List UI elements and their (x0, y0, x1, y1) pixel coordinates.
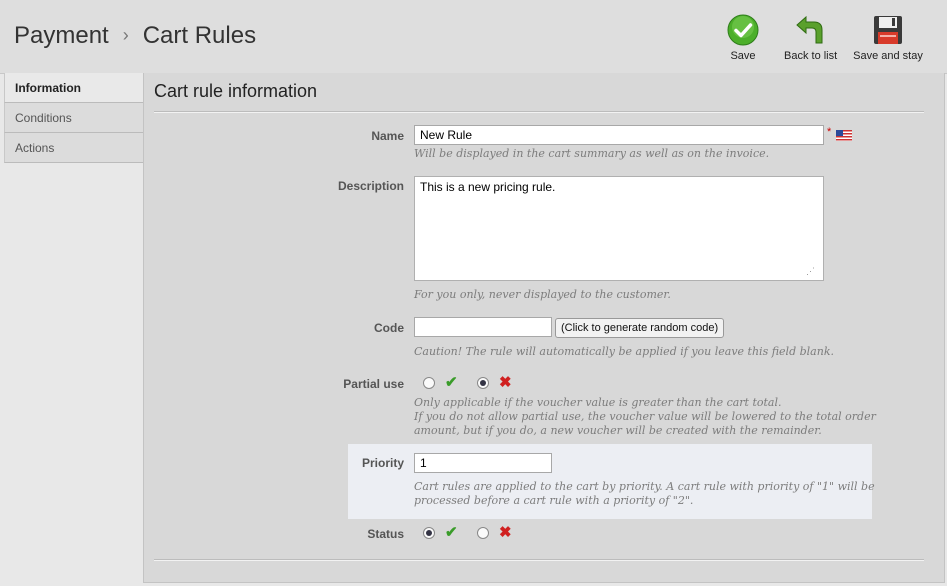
tab-information[interactable]: Information (4, 73, 144, 103)
save-checkmark-icon (727, 14, 759, 46)
status-label: Status (367, 527, 404, 541)
page-header: Payment › Cart Rules Save Back to list S… (0, 0, 947, 74)
partial-use-label: Partial use (343, 377, 404, 391)
status-no-radio[interactable] (477, 527, 489, 539)
partial-use-yes-radio[interactable] (423, 377, 435, 389)
priority-hint-2: processed before a cart rule with a prio… (414, 494, 694, 507)
panel-title: Cart rule information (154, 81, 318, 101)
partial-use-hint-3: amount, but if you do, a new voucher wil… (414, 424, 822, 437)
divider (154, 559, 924, 561)
priority-label: Priority (361, 456, 404, 470)
save-label: Save (730, 50, 756, 62)
us-flag-icon[interactable] (836, 128, 852, 141)
breadcrumb-separator-icon: › (122, 25, 129, 45)
partial-use-hint-2: If you do not allow partial use, the vou… (414, 410, 876, 423)
description-textarea[interactable]: This is a new pricing rule. (414, 176, 824, 281)
code-input[interactable] (414, 317, 552, 337)
code-hint: Caution! The rule will automatically be … (414, 345, 834, 358)
name-label: Name (371, 129, 404, 143)
code-label: Code (374, 321, 404, 335)
back-to-list-label: Back to list (784, 50, 838, 62)
save-and-stay-label: Save and stay (853, 50, 923, 62)
breadcrumb-parent[interactable]: Payment (14, 22, 109, 49)
required-marker: * (827, 126, 832, 138)
back-arrow-icon (794, 14, 826, 46)
tab-conditions[interactable]: Conditions (4, 103, 144, 133)
yes-check-icon: ✔ (445, 524, 458, 541)
partial-use-no-radio[interactable] (477, 377, 489, 389)
save-button[interactable]: Save (727, 14, 759, 62)
breadcrumb: Payment › Cart Rules (14, 22, 256, 50)
save-and-stay-button[interactable]: Save and stay (853, 14, 923, 62)
generate-code-button[interactable]: (Click to generate random code) (555, 318, 725, 338)
description-hint: For you only, never displayed to the cus… (414, 288, 671, 301)
yes-check-icon: ✔ (445, 374, 458, 391)
divider (154, 111, 924, 113)
back-to-list-button[interactable]: Back to list (784, 14, 838, 62)
floppy-disk-icon (872, 14, 904, 46)
status-yes-radio[interactable] (423, 527, 435, 539)
description-label: Description (337, 179, 404, 193)
page-title: Cart Rules (142, 22, 257, 49)
priority-input[interactable] (414, 453, 552, 473)
no-cross-icon: ✖ (499, 524, 512, 541)
tab-list: Information Conditions Actions (4, 73, 144, 163)
name-input[interactable] (414, 125, 824, 145)
priority-hint-1: Cart rules are applied to the cart by pr… (414, 480, 875, 493)
partial-use-hint-1: Only applicable if the voucher value is … (414, 396, 782, 409)
tab-actions[interactable]: Actions (4, 133, 144, 163)
cart-rule-panel: Cart rule information Name * Will be dis… (143, 73, 945, 583)
no-cross-icon: ✖ (499, 374, 512, 391)
resize-handle-icon[interactable]: ⋰ (806, 266, 815, 277)
name-hint: Will be displayed in the cart summary as… (414, 147, 770, 160)
